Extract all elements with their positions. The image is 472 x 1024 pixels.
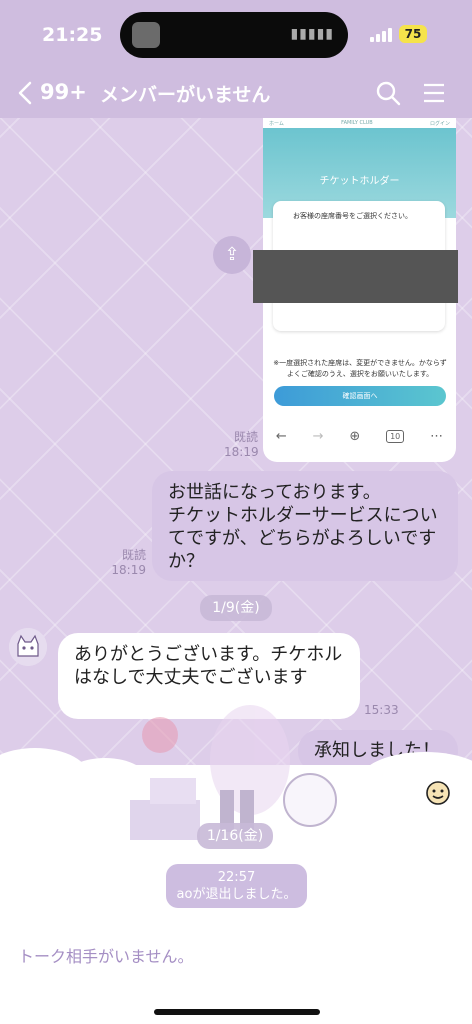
read-label: 既読 [233,430,258,444]
system-message: 22:57 aoが退出しました。 [166,864,307,908]
unread-count[interactable]: 99+ [40,80,87,104]
read-label: 既読 [121,548,146,562]
shot-top-right: ログイン [429,121,450,127]
shot-plus-icon: ⊕ [349,428,361,444]
mascot-illustration [130,705,337,840]
shot-hero-title: チケットホルダー [319,176,400,187]
shot-note: ※一度選択された座席は、変更ができません。かならずよくご確認のうえ、選択をお願い… [273,359,447,378]
chat-header: 99+ メンバーがいません [0,68,472,118]
home-indicator[interactable] [154,1009,320,1015]
shot-more-icon: ⋯ [430,428,444,444]
audio-wave-icon: ▮▮▮▮▮ [290,26,334,42]
date-separator: 1/9(金) [200,595,272,621]
system-time: 22:57 [217,870,256,885]
menu-icon[interactable] [422,82,446,104]
now-playing-artwork [132,22,160,48]
shot-back-icon: ← [275,428,287,444]
status-time: 21:25 [42,24,103,46]
battery-icon: 75 [399,25,427,43]
shot-top-left: ホーム [269,121,284,127]
shot-confirm-button: 確認画面へ [274,386,446,406]
message-bubble-self[interactable]: お世話になっております。 チケットホルダーサービスについてですが、どちらがよろし… [152,471,458,581]
dynamic-island[interactable]: ▮▮▮▮▮ [120,12,348,58]
avatar[interactable] [9,628,47,666]
shot-forward-icon: → [312,428,324,444]
emoji-icon[interactable] [425,780,451,806]
system-text: aoが退出しました。 [176,887,297,902]
shot-tabs-icon: 10 [386,429,405,443]
cat-avatar-icon [9,628,47,666]
search-icon[interactable] [375,80,401,106]
status-bar: 21:25 ▮▮▮▮▮ 75 [0,0,472,68]
date-separator: 1/16(金) [197,823,273,849]
chat-title: メンバーがいません [100,84,271,106]
message-time: 18:19 [224,445,259,459]
shot-panel-text: お客様の座席番号をご選択ください。 [293,212,412,220]
no-member-notice: トーク相手がいません。 [18,947,194,966]
shot-browser-nav: ← → ⊕ 10 ⋯ [263,422,456,450]
shot-top-mid: FAMILY CLUB [341,120,373,126]
back-chevron-icon[interactable] [16,79,36,107]
message-time: 18:19 [111,563,146,577]
share-icon[interactable]: ⇪ [213,236,251,274]
shot-topbar: ホーム FAMILY CLUB ログイン [263,118,456,128]
redaction-block [253,250,458,303]
message-text: お世話になっております。 チケットホルダーサービスについてですが、どちらがよろし… [168,482,438,572]
read-receipt-1: 既読 18:19 [224,430,259,460]
read-receipt-2: 既読 18:19 [110,548,146,578]
signal-icon [370,28,392,42]
